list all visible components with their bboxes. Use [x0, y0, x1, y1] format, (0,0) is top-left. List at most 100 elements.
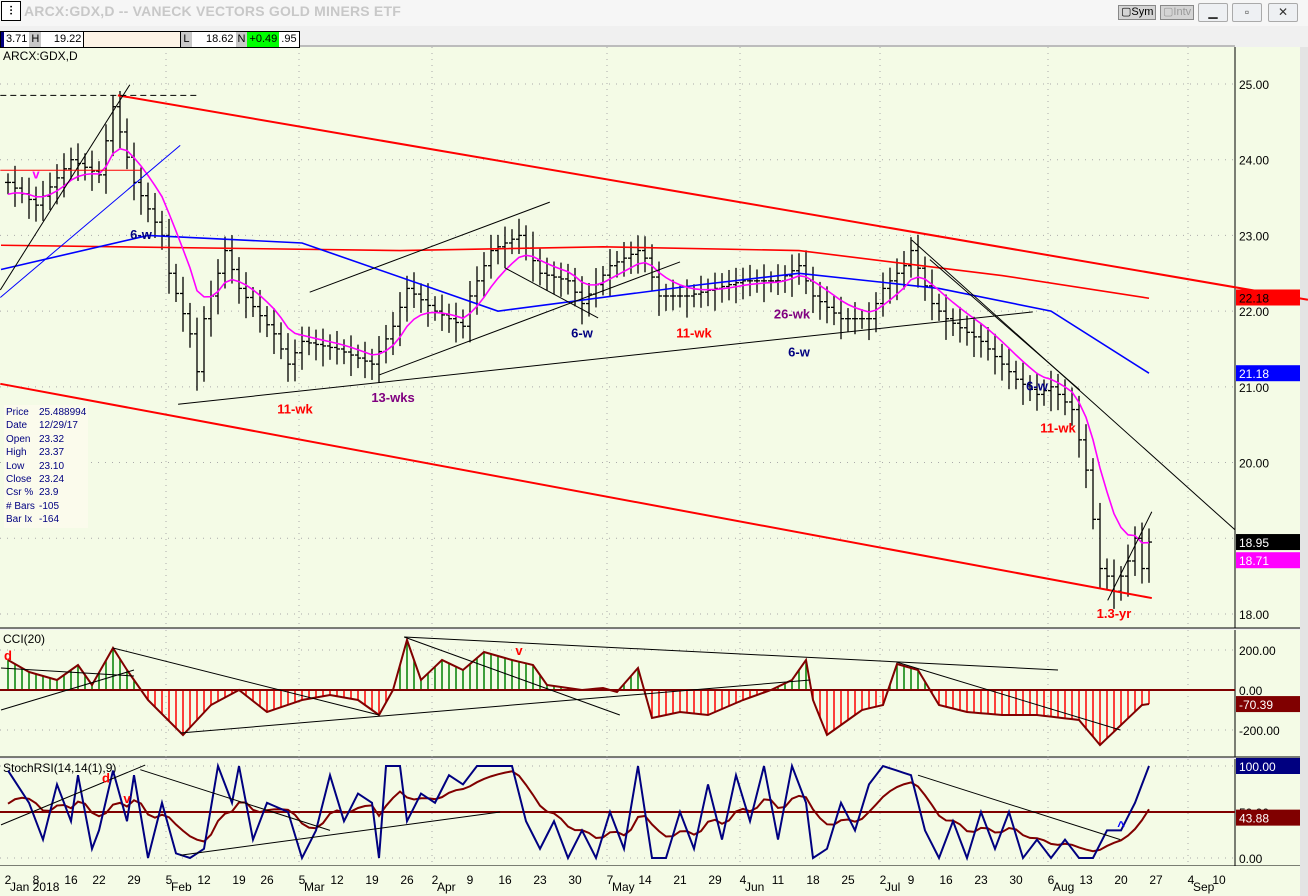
info-key: Csr %: [6, 487, 34, 499]
last-value-label: -70.39: [1239, 698, 1273, 712]
info-value: 23.10: [39, 460, 65, 472]
title-bar: ⫶ ARCX:GDX,D -- VANECK VECTORS GOLD MINE…: [0, 0, 1308, 27]
quote-high-label: H: [29, 32, 42, 47]
info-row: Date 12/29/17: [6, 419, 86, 432]
info-row: Low 23.10: [6, 460, 86, 473]
quote-low-label: L: [181, 32, 192, 47]
x-tick-label: 19: [232, 873, 246, 887]
y-tick-label: 21.00: [1239, 381, 1269, 395]
x-month-label: Sep: [1193, 880, 1215, 894]
window-title: ARCX:GDX,D -- VANECK VECTORS GOLD MINERS…: [24, 3, 401, 19]
x-tick-label: 27: [1149, 873, 1163, 887]
intv-label: Intv: [1173, 6, 1192, 18]
sym-label: Sym: [1131, 6, 1154, 18]
close-button[interactable]: ✕: [1268, 3, 1298, 22]
annotation-label: 6-w: [1026, 379, 1049, 394]
panel-title: ARCX:GDX,D: [3, 49, 78, 63]
quote-close: .95: [281, 33, 297, 45]
x-tick-label: 9: [908, 873, 915, 887]
annotation-label: 6-w: [788, 345, 811, 360]
info-row: Csr % 23.9: [6, 486, 86, 499]
info-row: Price 25.488994: [6, 406, 86, 419]
annotation-label: 6-w: [571, 326, 594, 341]
intv-toggle[interactable]: ▢Intv: [1160, 5, 1195, 20]
last-value-label: 18.71: [1239, 554, 1269, 568]
panel-bg: [0, 47, 1235, 628]
info-row: Bar Ix -164: [6, 513, 86, 526]
info-value: 23.37: [39, 447, 65, 459]
annotation-label: 26-wk: [774, 307, 811, 322]
y-tick-label: 0.00: [1239, 684, 1263, 698]
cursor-info-box: Price 25.488994 Date 12/29/17 Open 23.32 High 2…: [4, 405, 89, 528]
x-tick-label: 12: [197, 873, 211, 887]
y-tick-label: -200.00: [1239, 724, 1280, 738]
quote-blank: [83, 32, 182, 47]
info-value: 25.488994: [39, 407, 87, 418]
info-key: Price: [6, 407, 29, 418]
x-tick-label: 13: [1079, 873, 1093, 887]
panel-title: StochRSI(14,14(1),9): [3, 761, 116, 775]
info-key: Date: [6, 420, 28, 432]
y-tick-label: 20.00: [1239, 457, 1269, 471]
info-key: High: [6, 447, 27, 459]
annotation-label: 13-wks: [371, 390, 414, 405]
y-tick-label: 18.00: [1239, 608, 1269, 622]
annotation-label: 6-w: [130, 227, 153, 242]
quote-bar: 3.71 H 19.22 L 18.62 N +0.49 .95: [0, 31, 300, 48]
x-tick-label: 23: [533, 873, 547, 887]
x-tick-label: 16: [939, 873, 953, 887]
x-tick-label: 25: [841, 873, 855, 887]
info-value: 12/29/17: [39, 420, 78, 432]
quote-change: +0.49: [247, 32, 280, 47]
x-tick-label: 26: [400, 873, 414, 887]
panel-title: CCI(20): [3, 632, 45, 646]
x-tick-label: 16: [64, 873, 78, 887]
sym-toggle[interactable]: ▢Sym: [1118, 5, 1157, 20]
y-tick-label: 200.00: [1239, 644, 1276, 658]
quote-net-label: N: [235, 32, 248, 47]
info-row: High 23.37: [6, 446, 86, 459]
x-tick-label: 20: [1114, 873, 1128, 887]
y-tick-label: 25.00: [1239, 78, 1269, 92]
last-value-label: 21.18: [1239, 367, 1269, 381]
last-value-label: 43.88: [1239, 812, 1269, 826]
info-value: 23.32: [39, 433, 65, 445]
info-key: Bar Ix: [6, 514, 33, 526]
info-value: 23.9: [39, 487, 59, 499]
info-row: Open 23.32: [6, 433, 86, 446]
x-tick-label: 29: [127, 873, 141, 887]
annotation-label: 11-wk: [277, 401, 313, 416]
chart-app-icon[interactable]: ⫶: [1, 1, 21, 21]
annotation-label: 11-wk: [1040, 420, 1076, 435]
x-tick-label: 12: [330, 873, 344, 887]
y-tick-label: 0.00: [1239, 852, 1263, 866]
quote-low: 18.62: [205, 33, 234, 45]
info-key: Close: [6, 474, 32, 486]
minimize-button[interactable]: ▁: [1198, 3, 1228, 22]
quote-high: 19.22: [53, 33, 82, 45]
y-tick-label: 23.00: [1239, 229, 1269, 243]
x-month-label: Mar: [304, 880, 325, 894]
x-month-label: May: [612, 880, 635, 894]
x-tick-label: 19: [365, 873, 379, 887]
x-month-label: Jul: [885, 880, 900, 894]
x-tick-label: 22: [92, 873, 106, 887]
info-value: -105: [39, 500, 60, 512]
chart-canvas[interactable]: 25.0024.0023.0022.0021.0020.0019.0018.00…: [0, 26, 1308, 896]
x-month-label: Jun: [745, 880, 764, 894]
last-value-label: 18.95: [1239, 536, 1269, 550]
annotation-label: ^: [1117, 818, 1125, 833]
maximize-button[interactable]: ▫: [1232, 3, 1262, 22]
panel-bg: [0, 630, 1235, 757]
info-value: 23.24: [39, 474, 65, 486]
x-tick-label: 14: [638, 873, 652, 887]
info-row: # Bars -105: [6, 500, 86, 513]
x-tick-label: 23: [974, 873, 988, 887]
info-key: Low: [6, 460, 25, 472]
annotation-label: d: [4, 648, 12, 663]
x-month-label: Feb: [171, 880, 192, 894]
annotation-label: d: [102, 771, 110, 786]
x-tick-label: 26: [260, 873, 274, 887]
x-tick-label: 21: [673, 873, 687, 887]
x-tick-label: 29: [708, 873, 722, 887]
